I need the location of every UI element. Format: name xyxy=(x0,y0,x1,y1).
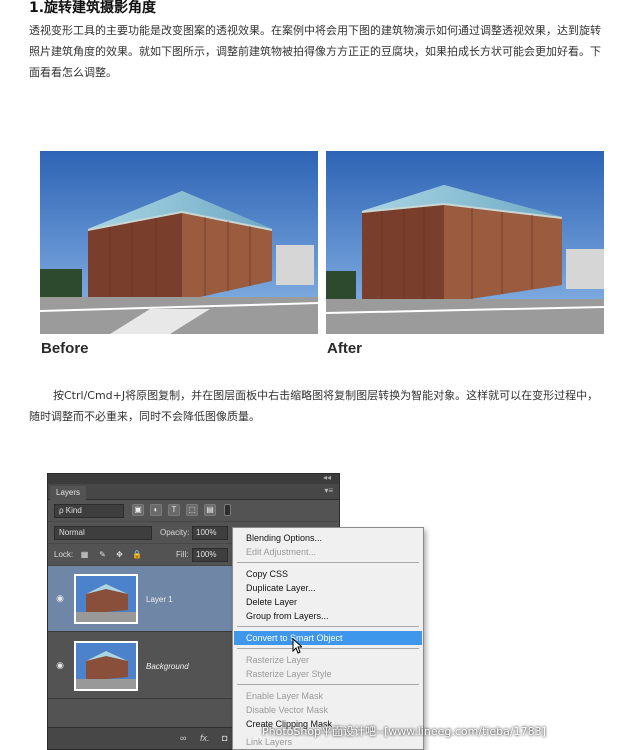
type-filter-icon[interactable]: T xyxy=(168,504,180,516)
after-caption: After xyxy=(327,340,363,357)
opacity-label: Opacity: xyxy=(160,528,190,537)
blend-mode-select[interactable]: Normal xyxy=(54,526,152,540)
menu-separator xyxy=(237,626,419,627)
filter-toggle-icon[interactable] xyxy=(224,504,231,516)
panel-tabbar: Layers ▾≡ xyxy=(48,484,339,500)
before-photo xyxy=(40,151,318,334)
image-filter-icon[interactable]: ▣ xyxy=(132,504,144,516)
panel-menu-icon[interactable]: ▾≡ xyxy=(324,486,333,495)
layer-context-menu: Blending Options... Edit Adjustment... C… xyxy=(232,527,424,750)
article-heading: 1.旋转建筑摄影角度 xyxy=(29,0,157,16)
panel-titlebar[interactable]: ◂◂ xyxy=(48,474,339,484)
menu-item-duplicate-layer[interactable]: Duplicate Layer... xyxy=(234,581,422,595)
before-caption: Before xyxy=(41,340,89,357)
fx-icon[interactable]: fx. xyxy=(200,733,210,743)
lock-position-icon[interactable]: ✥ xyxy=(115,550,124,559)
lock-label: Lock: xyxy=(54,550,74,559)
lock-image-icon[interactable]: ✎ xyxy=(98,550,107,559)
opacity-field[interactable]: 100% xyxy=(192,526,228,540)
layer-thumbnail[interactable] xyxy=(74,641,138,691)
intro-paragraph: 透视变形工具的主要功能是改变图案的透视效果。在案例中将会用下图的建筑物演示如何通… xyxy=(29,24,601,79)
add-mask-icon[interactable]: ◘ xyxy=(222,733,227,743)
watermark-text: PhotoShop平面设计吧--[www.lineeg.com/tieba/17… xyxy=(262,725,546,738)
visibility-eye-icon[interactable]: ◉ xyxy=(54,660,66,670)
smart-object-filter-icon[interactable]: ▤ xyxy=(204,504,216,516)
kind-filter-select[interactable]: ρ Kind xyxy=(54,504,124,518)
menu-separator xyxy=(237,648,419,649)
fill-field[interactable]: 100% xyxy=(192,548,228,562)
lock-all-icon[interactable]: 🔒 xyxy=(132,550,142,559)
menu-item-rasterize-layer: Rasterize Layer xyxy=(246,655,310,665)
menu-item-copy-css[interactable]: Copy CSS xyxy=(234,567,422,581)
link-layers-icon[interactable]: ∞ xyxy=(180,733,186,743)
instruction-paragraph: 按Ctrl/Cmd+J将原图复制，并在图层面板中右击缩略图将复制图层转换为智能对… xyxy=(29,389,599,423)
menu-item-rasterize-layer-style: Rasterize Layer Style xyxy=(246,669,332,679)
after-photo xyxy=(326,151,604,334)
layer-name[interactable]: Background xyxy=(146,662,189,671)
layer-thumbnail[interactable] xyxy=(74,574,138,624)
mouse-cursor-icon xyxy=(292,638,302,654)
fill-label: Fill: xyxy=(176,550,189,559)
shape-filter-icon[interactable]: ⬚ xyxy=(186,504,198,516)
adjustment-filter-icon[interactable]: ◐ xyxy=(150,504,162,516)
menu-item-delete-layer[interactable]: Delete Layer xyxy=(234,595,422,609)
menu-item-blending-options[interactable]: Blending Options... xyxy=(234,531,422,545)
menu-separator xyxy=(237,562,419,563)
filter-row: ρ Kind ▣ ◐ T ⬚ ▤ xyxy=(48,500,339,522)
visibility-eye-icon[interactable]: ◉ xyxy=(54,593,66,603)
collapse-icon[interactable]: ◂◂ xyxy=(323,474,331,482)
menu-item-group-from-layers[interactable]: Group from Layers... xyxy=(234,609,422,623)
layer-name[interactable]: Layer 1 xyxy=(146,595,173,604)
tab-layers[interactable]: Layers xyxy=(50,486,87,500)
lock-transparent-icon[interactable]: ▦ xyxy=(80,550,89,559)
menu-item-convert-to-smart-object[interactable]: Convert to Smart Object xyxy=(234,631,422,645)
menu-item-edit-adjustment: Edit Adjustment... xyxy=(246,547,317,557)
menu-separator xyxy=(237,684,419,685)
menu-item-disable-vector-mask: Disable Vector Mask xyxy=(246,705,329,715)
menu-item-enable-layer-mask: Enable Layer Mask xyxy=(246,691,324,701)
